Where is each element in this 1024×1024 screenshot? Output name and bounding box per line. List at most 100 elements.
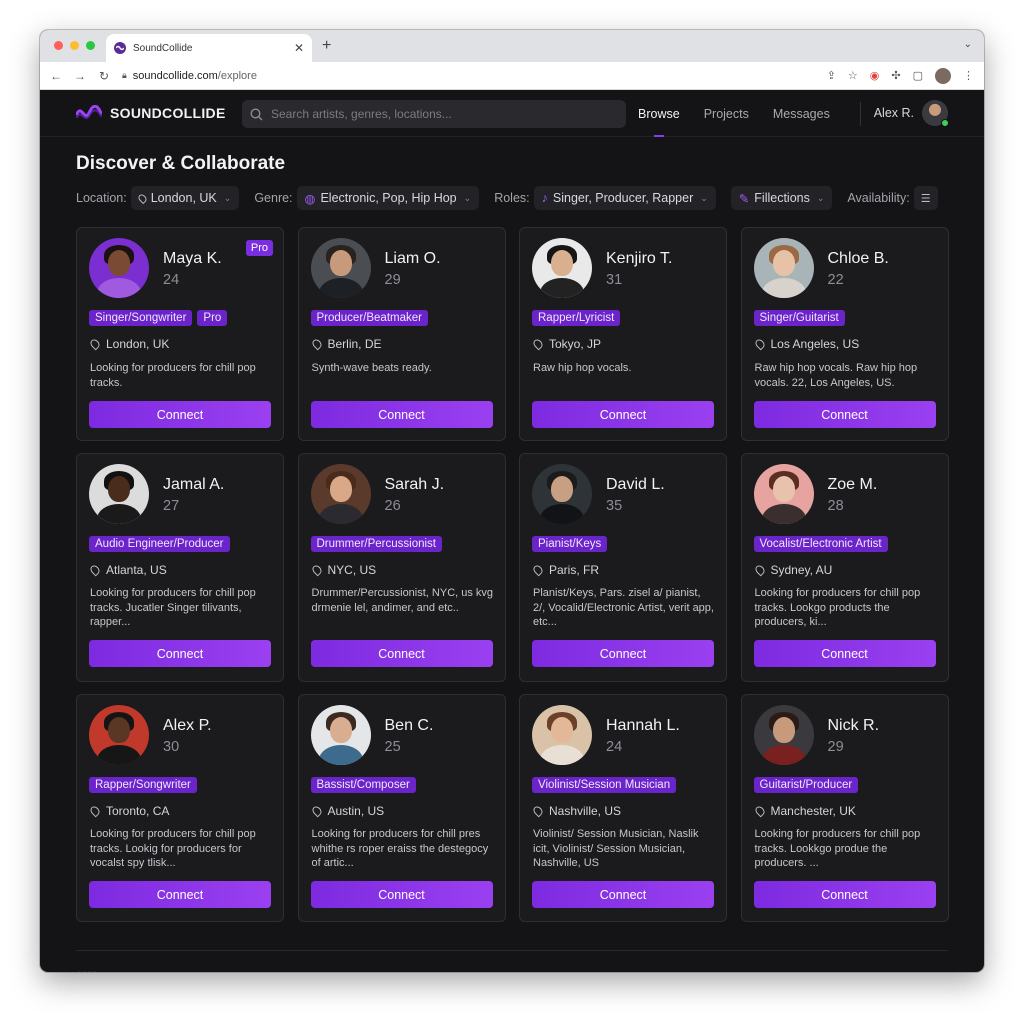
avatar-face — [551, 476, 573, 502]
window-controls — [54, 41, 95, 50]
location-pin-icon — [310, 337, 323, 351]
profile-card[interactable]: Alex P. 30 Rapper/Songwriter Toronto, CA… — [76, 694, 284, 922]
connect-button[interactable]: Connect — [532, 640, 714, 667]
profile-age: 29 — [827, 739, 844, 755]
sidebar-icon[interactable]: ▢ — [913, 69, 923, 82]
puzzle-extension-icon[interactable]: ✣ — [891, 69, 900, 82]
genre-filter-dropdown[interactable]: ◍ Electronic, Pop, Hip Hop ⌄ — [296, 186, 480, 210]
location-text: Manchester, UK — [770, 804, 856, 818]
profile-card[interactable]: Hannah L. 24 Violinist/Session Musician … — [519, 694, 727, 922]
role-tag: Drummer/Percussionist — [310, 536, 442, 552]
avatar[interactable] — [89, 238, 149, 298]
avatar[interactable] — [753, 464, 814, 524]
share-icon[interactable]: ⇪ — [827, 69, 836, 82]
profile-card[interactable]: Sarah J. 26 Drummer/Percussionist NYC, U… — [297, 453, 506, 682]
search-box[interactable] — [242, 100, 626, 128]
profile-card[interactable]: Chloe B. 22 Singer/Guitarist Los Angeles… — [740, 227, 949, 441]
profile-card[interactable]: Jamal A. 27 Audio Engineer/Producer Atla… — [76, 453, 284, 682]
search-input[interactable] — [271, 107, 611, 121]
pro-badge: Pro — [245, 240, 273, 256]
profile-age: 25 — [384, 739, 401, 755]
collections-filter-value: Fillections — [754, 191, 810, 205]
avatar[interactable] — [532, 464, 592, 524]
nav-messages[interactable]: Messages — [773, 90, 830, 137]
roles-filter-dropdown[interactable]: ♪ Singer, Producer, Rapper ⌄ — [533, 186, 716, 210]
footer-divider — [76, 950, 948, 951]
profile-card[interactable]: Nick R. 29 Guitarist/Producer Manchester… — [740, 694, 949, 922]
user-avatar[interactable] — [922, 100, 949, 127]
filter-settings-button[interactable]: ☰ — [913, 186, 938, 210]
location-filter-dropdown[interactable]: London, UK ⌄ — [130, 186, 240, 210]
forward-arrow-icon[interactable]: → — [74, 69, 86, 83]
connect-button[interactable]: Connect — [310, 401, 493, 428]
profile-card[interactable]: Maya K. 24 Singer/Songwriter Pro London, … — [76, 227, 284, 441]
browser-menu-icon[interactable]: ⋮ — [963, 69, 974, 82]
avatar-face — [772, 717, 795, 743]
avatar-body — [318, 745, 363, 765]
extension-red-icon[interactable]: ◉ — [870, 69, 880, 82]
avatar[interactable] — [532, 705, 592, 765]
bookmark-star-icon[interactable]: ☆ — [848, 69, 858, 82]
role-tags: Audio Engineer/Producer — [89, 536, 230, 552]
connect-button[interactable]: Connect — [753, 881, 936, 908]
role-tag: Singer/Guitarist — [753, 310, 845, 326]
avatar[interactable] — [532, 238, 592, 298]
avatar[interactable] — [753, 705, 814, 765]
back-arrow-icon[interactable]: ← — [50, 69, 62, 83]
avatar[interactable] — [753, 238, 814, 298]
avatar[interactable] — [310, 238, 371, 298]
profile-card[interactable]: Liam O. 29 Producer/Beatmaker Berlin, DE… — [297, 227, 506, 441]
location-text: Nashville, US — [549, 804, 622, 818]
brand-logo[interactable]: SOUNDCOLLIDE — [76, 105, 226, 121]
connect-button[interactable]: Connect — [310, 640, 493, 667]
profile-card[interactable]: David L. 35 Pianist/Keys Paris, FR Plani… — [519, 453, 727, 682]
profile-name: Nick R. — [827, 717, 880, 734]
profile-name: Alex P. — [163, 717, 212, 734]
browser-tab[interactable]: SoundCollide ✕ — [106, 34, 312, 62]
maximize-window-button[interactable] — [86, 41, 95, 50]
avatar[interactable] — [310, 464, 371, 524]
connect-button[interactable]: Connect — [532, 401, 714, 428]
connect-button[interactable]: Connect — [310, 881, 493, 908]
role-tags: Rapper/Songwriter — [89, 777, 197, 793]
profile-card[interactable]: Zoe M. 28 Vocalist/Electronic Artist Syd… — [740, 453, 949, 682]
favicon-icon — [114, 42, 126, 54]
browser-profile-avatar[interactable] — [935, 67, 951, 84]
connect-button[interactable]: Connect — [89, 401, 271, 428]
profile-card[interactable]: Ben C. 25 Bassist/Composer Austin, US Lo… — [297, 694, 506, 922]
chevron-down-icon: ⌄ — [223, 192, 232, 203]
nav-projects[interactable]: Projects — [704, 90, 749, 137]
avatar-body — [97, 278, 141, 298]
connect-button[interactable]: Connect — [89, 640, 271, 667]
avatar[interactable] — [310, 705, 371, 765]
collections-filter-dropdown[interactable]: ✎ Fillections ⌄ — [730, 186, 833, 210]
profile-description: Raw hip hop vocals. Raw hip hop vocals. … — [754, 362, 918, 389]
reload-icon[interactable]: ↻ — [98, 69, 110, 83]
profile-location: Manchester, UK — [753, 804, 856, 818]
avatar-body — [318, 278, 363, 298]
connect-button[interactable]: Connect — [532, 881, 714, 908]
footer-text: ▪ ▪ ▪ ▪ — [78, 968, 96, 972]
avatar-face — [329, 476, 352, 502]
user-name: Alex R. — [873, 106, 914, 120]
avatar[interactable] — [89, 705, 149, 765]
profile-description: Looking for producers for chill pop trac… — [754, 587, 921, 628]
connect-button[interactable]: Connect — [753, 401, 936, 428]
new-tab-icon[interactable]: + — [322, 37, 331, 55]
avatar-body — [97, 504, 141, 524]
minimize-window-button[interactable] — [70, 41, 79, 50]
profile-age: 24 — [606, 739, 623, 755]
profile-location: Sydney, AU — [753, 563, 832, 577]
nav-browse[interactable]: Browse — [638, 90, 680, 137]
tab-menu-chevron-icon[interactable]: ⌄ — [964, 39, 972, 50]
profile-card[interactable]: Kenjiro T. 31 Rapper/Lyricist Tokyo, JP … — [519, 227, 727, 441]
connect-button[interactable]: Connect — [753, 640, 936, 667]
user-menu[interactable]: Alex R. — [873, 100, 949, 127]
role-tags: Violinist/Session Musician — [532, 777, 677, 793]
avatar[interactable] — [89, 464, 149, 524]
close-tab-icon[interactable]: ✕ — [294, 41, 304, 55]
url-field[interactable]: 🔒︎ soundcollide.com/explore — [122, 70, 815, 82]
location-pin-icon — [531, 337, 545, 351]
connect-button[interactable]: Connect — [89, 881, 271, 908]
close-window-button[interactable] — [54, 41, 63, 50]
